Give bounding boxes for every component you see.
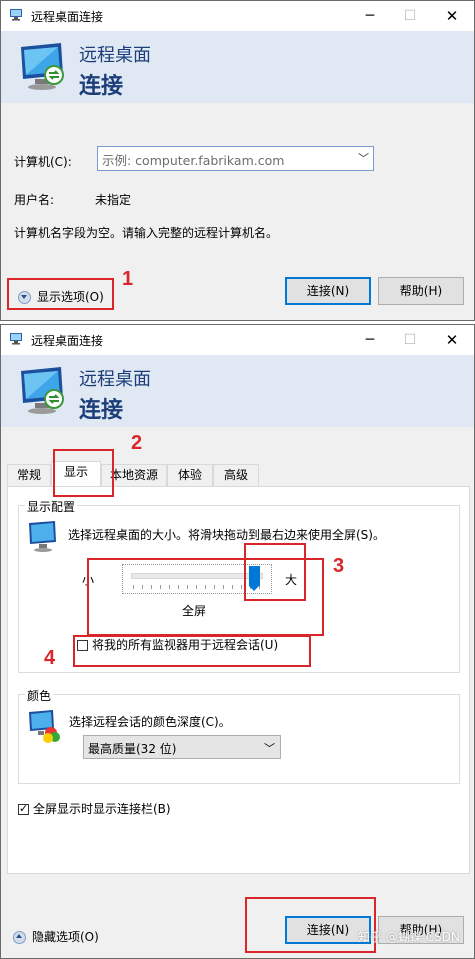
display-tab-panel: 显示配置 选择远程桌面的大小。将滑块拖动到最右边来使用全屏(S)。 小 大 全屏…: [7, 486, 470, 874]
tab-advanced[interactable]: 高级: [213, 464, 259, 486]
tab-experience[interactable]: 体验: [167, 464, 213, 486]
tab-general[interactable]: 常规: [7, 464, 51, 486]
help-button[interactable]: 帮助(H): [378, 277, 464, 305]
color-depth-select[interactable]: 最高质量(32 位) ﹀: [83, 735, 281, 759]
color-desc: 选择远程会话的颜色深度(C)。: [69, 715, 231, 729]
banner-title-line1: 远程桌面: [79, 369, 151, 390]
maximize-icon[interactable]: ☐: [396, 329, 424, 351]
connection-bar-checkbox[interactable]: 全屏显示时显示连接栏(B): [18, 800, 171, 817]
rdp-window-collapsed: 远程桌面连接 ─ ☐ ✕ 远程桌面 连接 计算机(C): 示例: compute…: [0, 0, 475, 321]
header-banner: 远程桌面 连接: [1, 355, 474, 427]
chevron-down-icon[interactable]: ﹀: [358, 150, 369, 166]
minimize-icon[interactable]: ─: [356, 329, 384, 351]
annotation-box-3: [244, 543, 306, 601]
title-bar[interactable]: 远程桌面连接 ─ ☐ ✕: [1, 325, 474, 355]
header-banner: 远程桌面 连接: [1, 31, 474, 103]
banner-title-line1: 远程桌面: [79, 45, 151, 66]
annotation-number-3: 3: [333, 555, 345, 577]
annotation-number-1: 1: [122, 268, 134, 290]
banner-title-line2: 连接: [79, 74, 124, 99]
checkbox-checked-icon[interactable]: [18, 802, 29, 815]
window-title: 远程桌面连接: [31, 334, 104, 348]
chevron-down-icon[interactable]: ﹀: [264, 740, 275, 756]
color-depth-value: 最高质量(32 位): [88, 742, 177, 756]
annotation-number-4: 4: [44, 647, 56, 669]
close-icon[interactable]: ✕: [438, 5, 466, 27]
username-value: 未指定: [95, 193, 132, 207]
annotation-box-1: [7, 278, 114, 310]
computer-placeholder: 示例: computer.fabrikam.com: [102, 153, 285, 168]
color-group-title: 颜色: [25, 687, 54, 704]
display-config-title: 显示配置: [25, 498, 78, 515]
collapse-arrow-icon: [13, 931, 26, 944]
annotation-box-4: [73, 635, 311, 667]
computer-label: 计算机(C):: [14, 155, 72, 169]
hide-options-button[interactable]: 隐藏选项(O): [13, 928, 99, 945]
rdp-app-icon: [10, 9, 22, 21]
maximize-icon[interactable]: ☐: [396, 5, 424, 27]
hide-options-label: 隐藏选项(O): [32, 930, 99, 944]
color-monitor-icon: [29, 710, 60, 743]
annotation-box-connect: [245, 897, 376, 953]
annotation-box-2: [53, 449, 114, 497]
banner-title-line2: 连接: [79, 398, 124, 423]
computer-input[interactable]: 示例: computer.fabrikam.com ﹀: [97, 146, 374, 171]
rdp-app-icon: [10, 333, 22, 345]
title-bar[interactable]: 远程桌面连接 ─ ☐ ✕: [1, 1, 474, 31]
remote-desktop-monitor-icon: [21, 43, 64, 90]
remote-desktop-monitor-icon: [21, 367, 64, 414]
close-icon[interactable]: ✕: [438, 329, 466, 351]
minimize-icon[interactable]: ─: [356, 5, 384, 27]
color-group: 颜色 选择远程会话的颜色深度(C)。 最高质量(32 位) ﹀: [18, 687, 460, 784]
display-desc: 选择远程桌面的大小。将滑块拖动到最右边来使用全屏(S)。: [68, 528, 385, 542]
username-label: 用户名:: [14, 193, 55, 207]
watermark: 知乎 @蝴蝶 CSDN: [358, 930, 460, 944]
connect-button[interactable]: 连接(N): [285, 277, 371, 305]
status-message: 计算机名字段为空。请输入完整的远程计算机名。: [14, 226, 279, 240]
annotation-number-2: 2: [131, 432, 143, 454]
window-title: 远程桌面连接: [31, 10, 104, 24]
connection-bar-label: 全屏显示时显示连接栏(B): [33, 802, 171, 816]
display-monitor-icon: [29, 521, 56, 552]
